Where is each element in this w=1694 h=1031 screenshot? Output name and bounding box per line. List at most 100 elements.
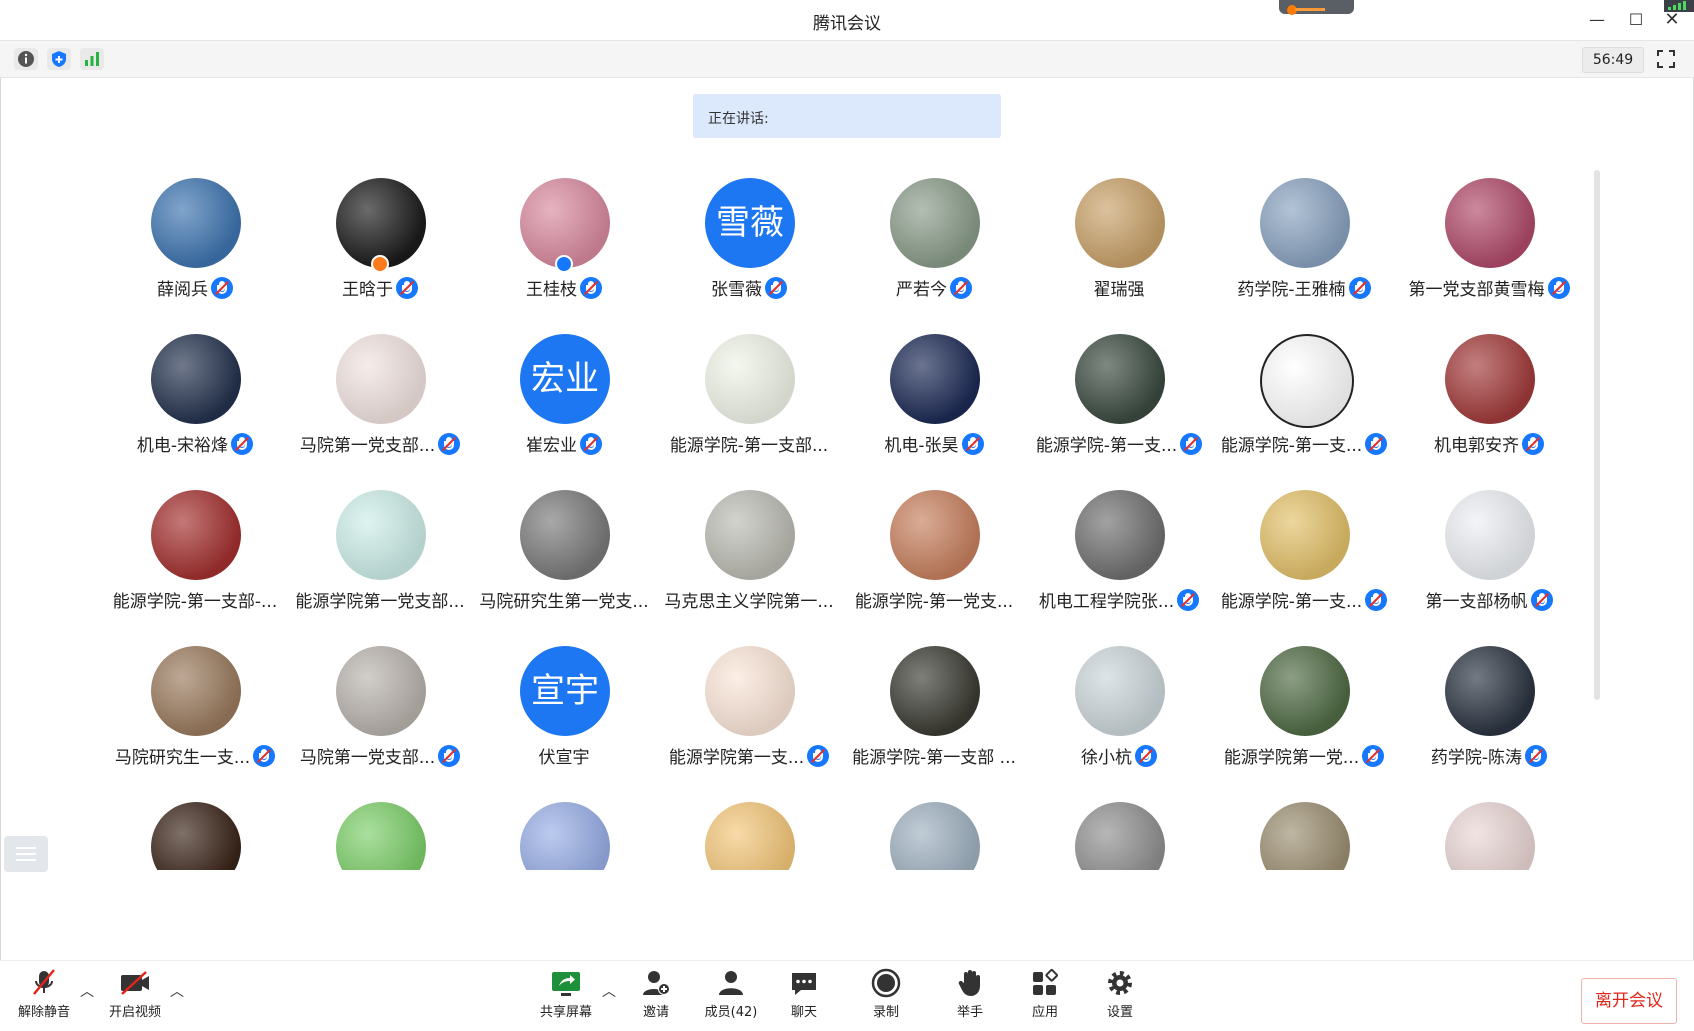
participant-tile[interactable]: 王桂枝: [472, 160, 656, 316]
maximize-button[interactable]: ☐: [1622, 8, 1650, 32]
mic-muted-icon: [1135, 744, 1157, 767]
mic-muted-icon: [396, 276, 418, 299]
network-quality-button[interactable]: [80, 48, 104, 70]
unmute-button[interactable]: 解除静音: [14, 967, 74, 1027]
security-button[interactable]: [47, 48, 71, 70]
participant-tile[interactable]: 能源学院-第一党支...: [842, 472, 1026, 628]
start-video-button[interactable]: 开启视频: [104, 967, 166, 1027]
participant-tile[interactable]: 能源学院第一党支部...: [288, 472, 472, 628]
floating-audio-indicator[interactable]: [1279, 0, 1354, 15]
meeting-timer: 56:49: [1582, 47, 1644, 73]
settings-button[interactable]: 设置: [1100, 967, 1140, 1027]
audio-options-caret[interactable]: ︿: [80, 981, 96, 1001]
participant-tile[interactable]: 宣宇 伏宣宇: [472, 628, 656, 784]
video-options-caret[interactable]: ︿: [170, 981, 186, 1001]
members-label: 成员(42): [704, 1005, 758, 1020]
participant-tile[interactable]: [288, 784, 472, 870]
participant-tile[interactable]: 马院研究生一支...: [103, 628, 287, 784]
participant-tile[interactable]: [657, 784, 841, 870]
participant-name-line: 马院第一党支部...: [288, 431, 472, 457]
avatar: [151, 334, 241, 424]
participant-name: 药学院-陈涛: [1430, 748, 1523, 768]
participant-name: 王晗于: [342, 280, 393, 300]
mic-muted-icon: [1177, 588, 1200, 611]
participant-tile[interactable]: 药学院-陈涛: [1397, 628, 1581, 784]
info-button[interactable]: [14, 48, 38, 70]
members-button[interactable]: 成员(42): [700, 967, 762, 1027]
avatar: [1260, 334, 1354, 428]
participant-name: 能源学院第一党支部...: [295, 592, 465, 612]
participant-tile[interactable]: 薛阅兵: [103, 160, 287, 316]
speaking-indicator: 正在讲话:: [693, 94, 1001, 138]
share-options-caret[interactable]: ︿: [602, 981, 618, 1001]
leave-meeting-button[interactable]: 离开会议: [1581, 978, 1677, 1024]
participant-tile[interactable]: 翟瑞强: [1027, 160, 1211, 316]
participant-tile[interactable]: 能源学院-第一支...: [1027, 316, 1211, 472]
mic-muted-icon: [807, 744, 830, 767]
close-button[interactable]: ✕: [1658, 8, 1686, 32]
minimize-button[interactable]: —: [1583, 8, 1611, 32]
participant-name: 机电-宋裕烽: [136, 436, 229, 456]
fullscreen-button[interactable]: [1654, 47, 1678, 71]
participant-tile[interactable]: [842, 784, 1026, 870]
participant-tile[interactable]: [1027, 784, 1211, 870]
participant-tile[interactable]: 能源学院第一党...: [1212, 628, 1396, 784]
host-badge-icon: [371, 255, 389, 273]
participant-tile[interactable]: 马院第一党支部...: [288, 316, 472, 472]
avatar: [1445, 646, 1535, 736]
participant-name-line: 能源学院第一支...: [657, 743, 841, 769]
meeting-info-bar: 56:49: [0, 40, 1694, 78]
participant-name-line: 能源学院第一党...: [1212, 743, 1396, 769]
participant-tile[interactable]: 机电-宋裕烽: [103, 316, 287, 472]
participant-name: 能源学院第一支...: [668, 748, 805, 768]
participant-tile[interactable]: 机电-张昊: [842, 316, 1026, 472]
grid-scrollbar[interactable]: [1594, 170, 1600, 700]
participant-name: 马院研究生第一党支...: [479, 592, 649, 612]
avatar: [520, 490, 610, 580]
participant-tile[interactable]: 能源学院-第一支部 ...: [842, 628, 1026, 784]
raise-hand-button[interactable]: 举手: [950, 967, 990, 1027]
participant-name-line: 能源学院第一党支部...: [288, 587, 472, 613]
participant-tile[interactable]: 马院第一党支部...: [288, 628, 472, 784]
participant-name-line: 第一支部杨帆: [1397, 587, 1581, 613]
participant-tile[interactable]: 机电工程学院张...: [1027, 472, 1211, 628]
invite-button[interactable]: 邀请: [636, 967, 676, 1027]
participant-tile[interactable]: 马克思主义学院第一...: [657, 472, 841, 628]
participant-tile[interactable]: 药学院-王雅楠: [1212, 160, 1396, 316]
participant-name-line: 能源学院-第一支部...: [657, 431, 841, 457]
participant-tile[interactable]: 能源学院-第一支...: [1212, 316, 1396, 472]
apps-button[interactable]: 应用: [1025, 967, 1065, 1027]
participant-tile[interactable]: [472, 784, 656, 870]
participant-list-toggle[interactable]: [4, 836, 48, 872]
participant-tile[interactable]: [1397, 784, 1581, 870]
mic-muted-icon: [438, 432, 461, 455]
avatar: [1260, 646, 1350, 736]
chat-button[interactable]: 聊天: [784, 967, 824, 1027]
participant-tile[interactable]: 雪薇 张雪薇: [657, 160, 841, 316]
participant-tile[interactable]: 严若今: [842, 160, 1026, 316]
participant-tile[interactable]: 能源学院-第一支...: [1212, 472, 1396, 628]
participant-tile[interactable]: 徐小杭: [1027, 628, 1211, 784]
participant-name-line: 能源学院-第一支部-...: [103, 587, 287, 613]
share-screen-button[interactable]: 共享屏幕: [535, 967, 597, 1027]
avatar: [520, 802, 610, 870]
participant-tile[interactable]: 能源学院第一支...: [657, 628, 841, 784]
fullscreen-icon: [1657, 50, 1675, 68]
participant-tile[interactable]: [1212, 784, 1396, 870]
participant-tile[interactable]: 王晗于: [288, 160, 472, 316]
participant-tile[interactable]: 宏业 崔宏业: [472, 316, 656, 472]
avatar: [336, 802, 426, 870]
participant-tile[interactable]: 第一支部杨帆: [1397, 472, 1581, 628]
participant-tile[interactable]: 机电郭安齐: [1397, 316, 1581, 472]
mic-muted-icon: [961, 432, 984, 455]
participant-tile[interactable]: 能源学院-第一支部-...: [103, 472, 287, 628]
record-button[interactable]: 录制: [866, 967, 906, 1027]
mic-muted-icon: [1365, 432, 1388, 455]
avatar: [1260, 802, 1350, 870]
participant-name: 马院第一党支部...: [299, 748, 436, 768]
participant-tile[interactable]: 马院研究生第一党支...: [472, 472, 656, 628]
participant-tile[interactable]: 能源学院-第一支部...: [657, 316, 841, 472]
participant-tile[interactable]: [103, 784, 287, 870]
participant-tile[interactable]: 第一党支部黄雪梅: [1397, 160, 1581, 316]
participant-name-line: 马院研究生第一党支...: [472, 587, 656, 613]
